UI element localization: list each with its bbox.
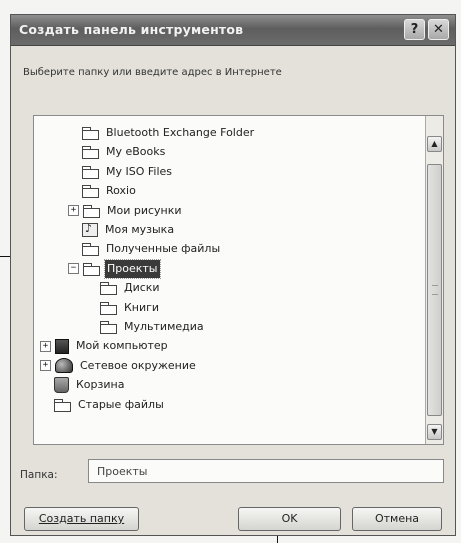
folder-icon [100, 301, 117, 315]
scroll-down-button[interactable]: ▼ [427, 424, 442, 440]
tree-item[interactable]: My eBooks [82, 143, 167, 161]
instruction-text: Выберите папку или введите адрес в Интер… [23, 67, 282, 78]
tree-item-label: Проекты [104, 258, 161, 279]
tree-item-label: Диски [124, 281, 160, 295]
folder-icon [83, 204, 100, 218]
thumb-grip-icon [432, 285, 438, 295]
tree-item-label: Мультимедиа [124, 320, 204, 333]
tree-item-label: Bluetooth Exchange Folder [106, 126, 255, 139]
tree-item[interactable]: Книги [100, 299, 161, 317]
tree-item-label: Мой компьютер [76, 339, 168, 353]
scroll-up-button[interactable]: ▲ [427, 136, 442, 152]
tree-item[interactable]: + Мой компьютер [40, 337, 170, 355]
tree-item[interactable]: + Сетевое окружение [40, 357, 198, 375]
new-folder-label: Создать папку [38, 512, 125, 525]
folder-icon [100, 282, 117, 296]
tree-item-label: Моя музыка [105, 223, 175, 236]
tree-item-label: Roxio [106, 184, 136, 198]
folder-field-label: Папка: [20, 469, 58, 481]
tree-item[interactable]: Мультимедиа [100, 318, 206, 336]
folder-icon [83, 262, 100, 276]
tree-item-label: Книги [124, 300, 160, 314]
tree-item[interactable]: Roxio [82, 182, 138, 200]
tree-item[interactable]: Моя музыка [82, 220, 176, 239]
folder-tree-list: Bluetooth Exchange Folder My eBooks My ISO… [34, 116, 425, 444]
music-folder-icon [82, 220, 98, 238]
new-folder-button[interactable]: Создать папку [24, 507, 139, 531]
tree-item-label: Старые файлы [78, 397, 164, 411]
folder-icon [82, 243, 99, 257]
tree-item-label: Мои рисунки [107, 203, 182, 217]
expand-icon[interactable]: + [40, 360, 51, 372]
tree-item[interactable]: My ISO Files [82, 163, 174, 181]
recycle-bin-icon [54, 377, 69, 394]
expand-icon[interactable]: + [68, 205, 79, 217]
collapse-icon[interactable]: − [68, 263, 79, 275]
tree-item[interactable]: Старые файлы [54, 396, 166, 414]
expand-icon[interactable]: + [40, 340, 51, 352]
folder-icon [82, 127, 99, 140]
folder-icon [82, 146, 99, 160]
folder-icon [82, 185, 99, 199]
tree-item[interactable]: + Мои рисунки [68, 202, 184, 220]
dialog-title: Создать панель инструментов [19, 22, 244, 37]
folder-icon [100, 321, 117, 334]
tree-item-label: Полученные файлы [106, 242, 221, 256]
tree-item[interactable]: Bluetooth Exchange Folder [82, 124, 256, 142]
ok-button[interactable]: OK [238, 507, 341, 531]
folder-icon [82, 165, 99, 179]
scroll-thumb[interactable] [427, 164, 442, 416]
title-bar[interactable]: Создать панель инструментов ? ✕ [11, 15, 455, 46]
tree-item[interactable]: Диски [100, 279, 162, 297]
folder-icon [54, 398, 71, 412]
close-button[interactable]: ✕ [428, 19, 449, 40]
tree-item[interactable]: Корзина [54, 376, 126, 394]
tree-item-label: Сетевое окружение [80, 358, 196, 372]
cancel-button[interactable]: Отмена [352, 507, 442, 531]
folder-input[interactable] [88, 459, 444, 483]
vertical-scrollbar[interactable]: ▲ ▼ [425, 116, 443, 444]
help-button[interactable]: ? [404, 19, 425, 40]
tree-item-label: Корзина [76, 378, 125, 392]
network-icon [55, 358, 73, 374]
computer-icon [55, 338, 69, 354]
tree-item[interactable]: Полученные файлы [82, 240, 222, 258]
tree-item[interactable]: − Проекты [68, 258, 161, 279]
folder-tree[interactable]: Bluetooth Exchange Folder My eBooks My ISO… [33, 115, 444, 445]
create-toolbar-dialog: Создать панель инструментов ? ✕ Выберите… [10, 14, 456, 536]
tree-item-label: My eBooks [106, 145, 166, 159]
tree-item-label: My ISO Files [106, 164, 173, 178]
